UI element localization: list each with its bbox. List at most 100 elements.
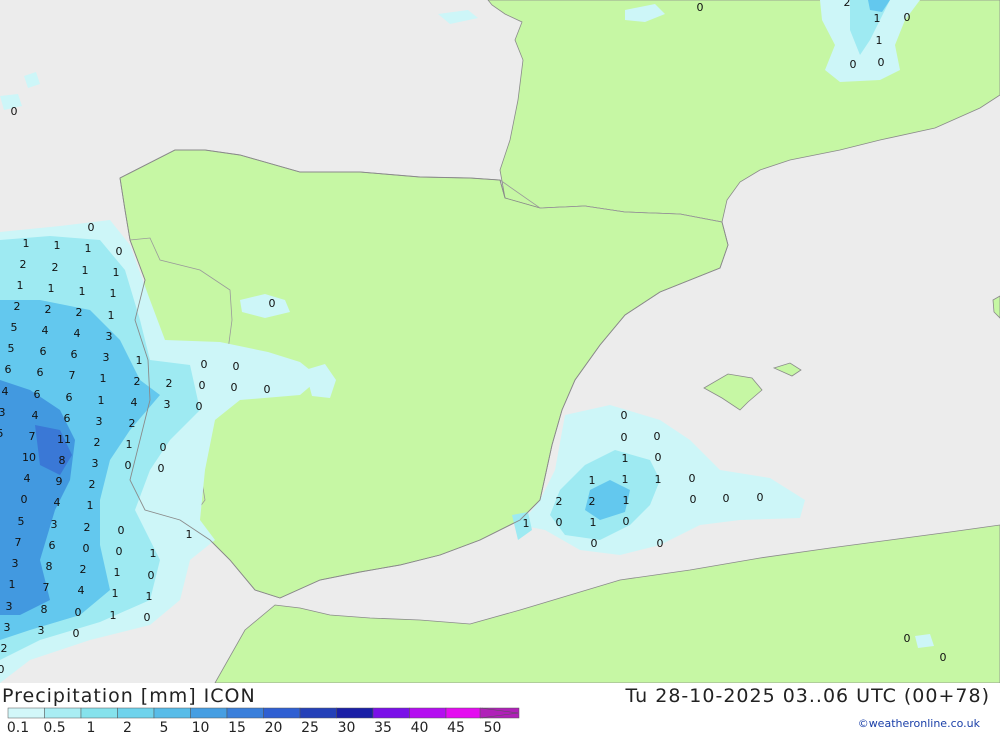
- precip-value-label: 6: [37, 366, 44, 379]
- precip-value-label: 6: [71, 348, 78, 361]
- precip-value-label: 1: [79, 285, 86, 298]
- precip-value-label: 1: [110, 609, 117, 622]
- scale-label: 20: [265, 720, 283, 733]
- precip-value-label: 0: [940, 651, 947, 664]
- precip-value-label: 7: [69, 369, 76, 382]
- precip-value-label: 5: [0, 427, 4, 440]
- precip-value-label: 1: [110, 287, 117, 300]
- scale-color-box: [153, 707, 191, 719]
- precip-value-label: 0: [158, 462, 165, 475]
- precip-value-label: 2: [76, 306, 83, 319]
- precip-value-label: 5: [18, 515, 25, 528]
- precip-value-label: 7: [15, 536, 22, 549]
- scale-label: 45: [447, 720, 465, 733]
- precip-value-label: 0: [233, 360, 240, 373]
- precip-value-label: 1: [100, 372, 107, 385]
- precip-value-label: 0: [621, 431, 628, 444]
- precip-value-label: 1: [48, 282, 55, 295]
- precip-value-label: 9: [56, 475, 63, 488]
- precip-value-label: 3: [12, 557, 19, 570]
- precip-value-label: 6: [40, 345, 47, 358]
- precip-value-label: 1: [150, 547, 157, 560]
- precip-value-label: 2: [52, 261, 59, 274]
- scale-color-box: [263, 707, 301, 719]
- precip-value-label: 0: [199, 379, 206, 392]
- precip-value-label: 2: [166, 377, 173, 390]
- precip-value-label: 1: [655, 473, 662, 486]
- forecast-datetime: Tu 28-10-2025 03..06 UTC (00+78): [625, 685, 990, 707]
- precip-value-label: 3: [96, 415, 103, 428]
- precip-value-label: 0: [0, 663, 5, 676]
- precip-value-label: 0: [878, 56, 885, 69]
- precip-value-label: 1: [623, 494, 630, 507]
- scale-color-box: [409, 707, 447, 719]
- precip-value-label: 8: [46, 560, 53, 573]
- precip-value-label: 1: [146, 590, 153, 603]
- precip-value-label: 0: [757, 491, 764, 504]
- scale-color-box: [336, 707, 374, 719]
- precip-value-label: 0: [160, 441, 167, 454]
- precip-value-label: 2: [14, 300, 21, 313]
- precip-value-label: 4: [32, 409, 39, 422]
- scale-label: 0.5: [43, 720, 65, 733]
- precip-value-label: 0: [196, 400, 203, 413]
- precip-value-label: 5: [11, 321, 18, 334]
- precip-value-label: 1: [54, 239, 61, 252]
- precip-value-label: 2: [80, 563, 87, 576]
- precip-value-label: 2: [94, 436, 101, 449]
- precip-value-label: 0: [125, 459, 132, 472]
- precip-value-label: 1: [82, 264, 89, 277]
- precip-value-label: 6: [64, 412, 71, 425]
- precip-value-label: 11: [57, 433, 71, 446]
- precip-value-label: 3: [164, 398, 171, 411]
- precip-value-label: 0: [556, 516, 563, 529]
- precip-value-label: 0: [73, 627, 80, 640]
- map-title: Precipitation [mm] ICON: [2, 685, 256, 707]
- credit-link[interactable]: ©weatheronline.co.uk: [858, 717, 980, 730]
- precip-value-label: 1: [98, 394, 105, 407]
- precip-value-label: 6: [34, 388, 41, 401]
- precip-value-label: 0: [269, 297, 276, 310]
- precip-value-label: 0: [689, 472, 696, 485]
- scale-color-box: [44, 707, 82, 719]
- precip-value-label: 0: [850, 58, 857, 71]
- scale-color-box: [299, 707, 337, 719]
- scale-label: 25: [301, 720, 319, 733]
- precip-value-label: 2: [556, 495, 563, 508]
- precip-value-label: 3: [38, 624, 45, 637]
- precip-value-label: 8: [59, 454, 66, 467]
- color-scale-legend: 0.1 0.5 1 2 5 10 15 20 25 30 35 40 45 50: [7, 707, 520, 733]
- precip-value-label: 0: [21, 493, 28, 506]
- scale-label: 40: [411, 720, 429, 733]
- precip-value-label: 0: [591, 537, 598, 550]
- precip-value-label: 0: [623, 515, 630, 528]
- precip-value-label: 8: [41, 603, 48, 616]
- precip-value-label: 1: [126, 438, 133, 451]
- scale-color-box: [445, 707, 483, 719]
- precip-value-label: 0: [697, 1, 704, 14]
- precip-value-label: 1: [23, 237, 30, 250]
- precip-value-label: 0: [11, 105, 18, 118]
- precip-value-label: 0: [75, 606, 82, 619]
- precip-value-label: 2: [134, 375, 141, 388]
- precip-value-label: 2: [20, 258, 27, 271]
- precip-value-label: 10: [22, 451, 36, 464]
- precip-value-label: 1: [876, 34, 883, 47]
- precip-value-label: 0: [144, 611, 151, 624]
- scale-color-box: [226, 707, 264, 719]
- precip-value-label: 1: [874, 12, 881, 25]
- precip-value-label: 3: [103, 351, 110, 364]
- precip-value-label: 4: [131, 396, 138, 409]
- precip-value-label: 4: [54, 496, 61, 509]
- precip-value-label: 4: [2, 385, 9, 398]
- precip-value-label: 6: [49, 539, 56, 552]
- precip-value-label: 1: [85, 242, 92, 255]
- precip-value-label: 7: [29, 430, 36, 443]
- precip-value-label: 3: [4, 621, 11, 634]
- precip-value-label: 6: [66, 391, 73, 404]
- precip-value-label: 4: [24, 472, 31, 485]
- precip-value-label: 0: [264, 383, 271, 396]
- precip-value-label: 0: [904, 632, 911, 645]
- precip-value-label: 0: [201, 358, 208, 371]
- precip-value-label: 4: [78, 584, 85, 597]
